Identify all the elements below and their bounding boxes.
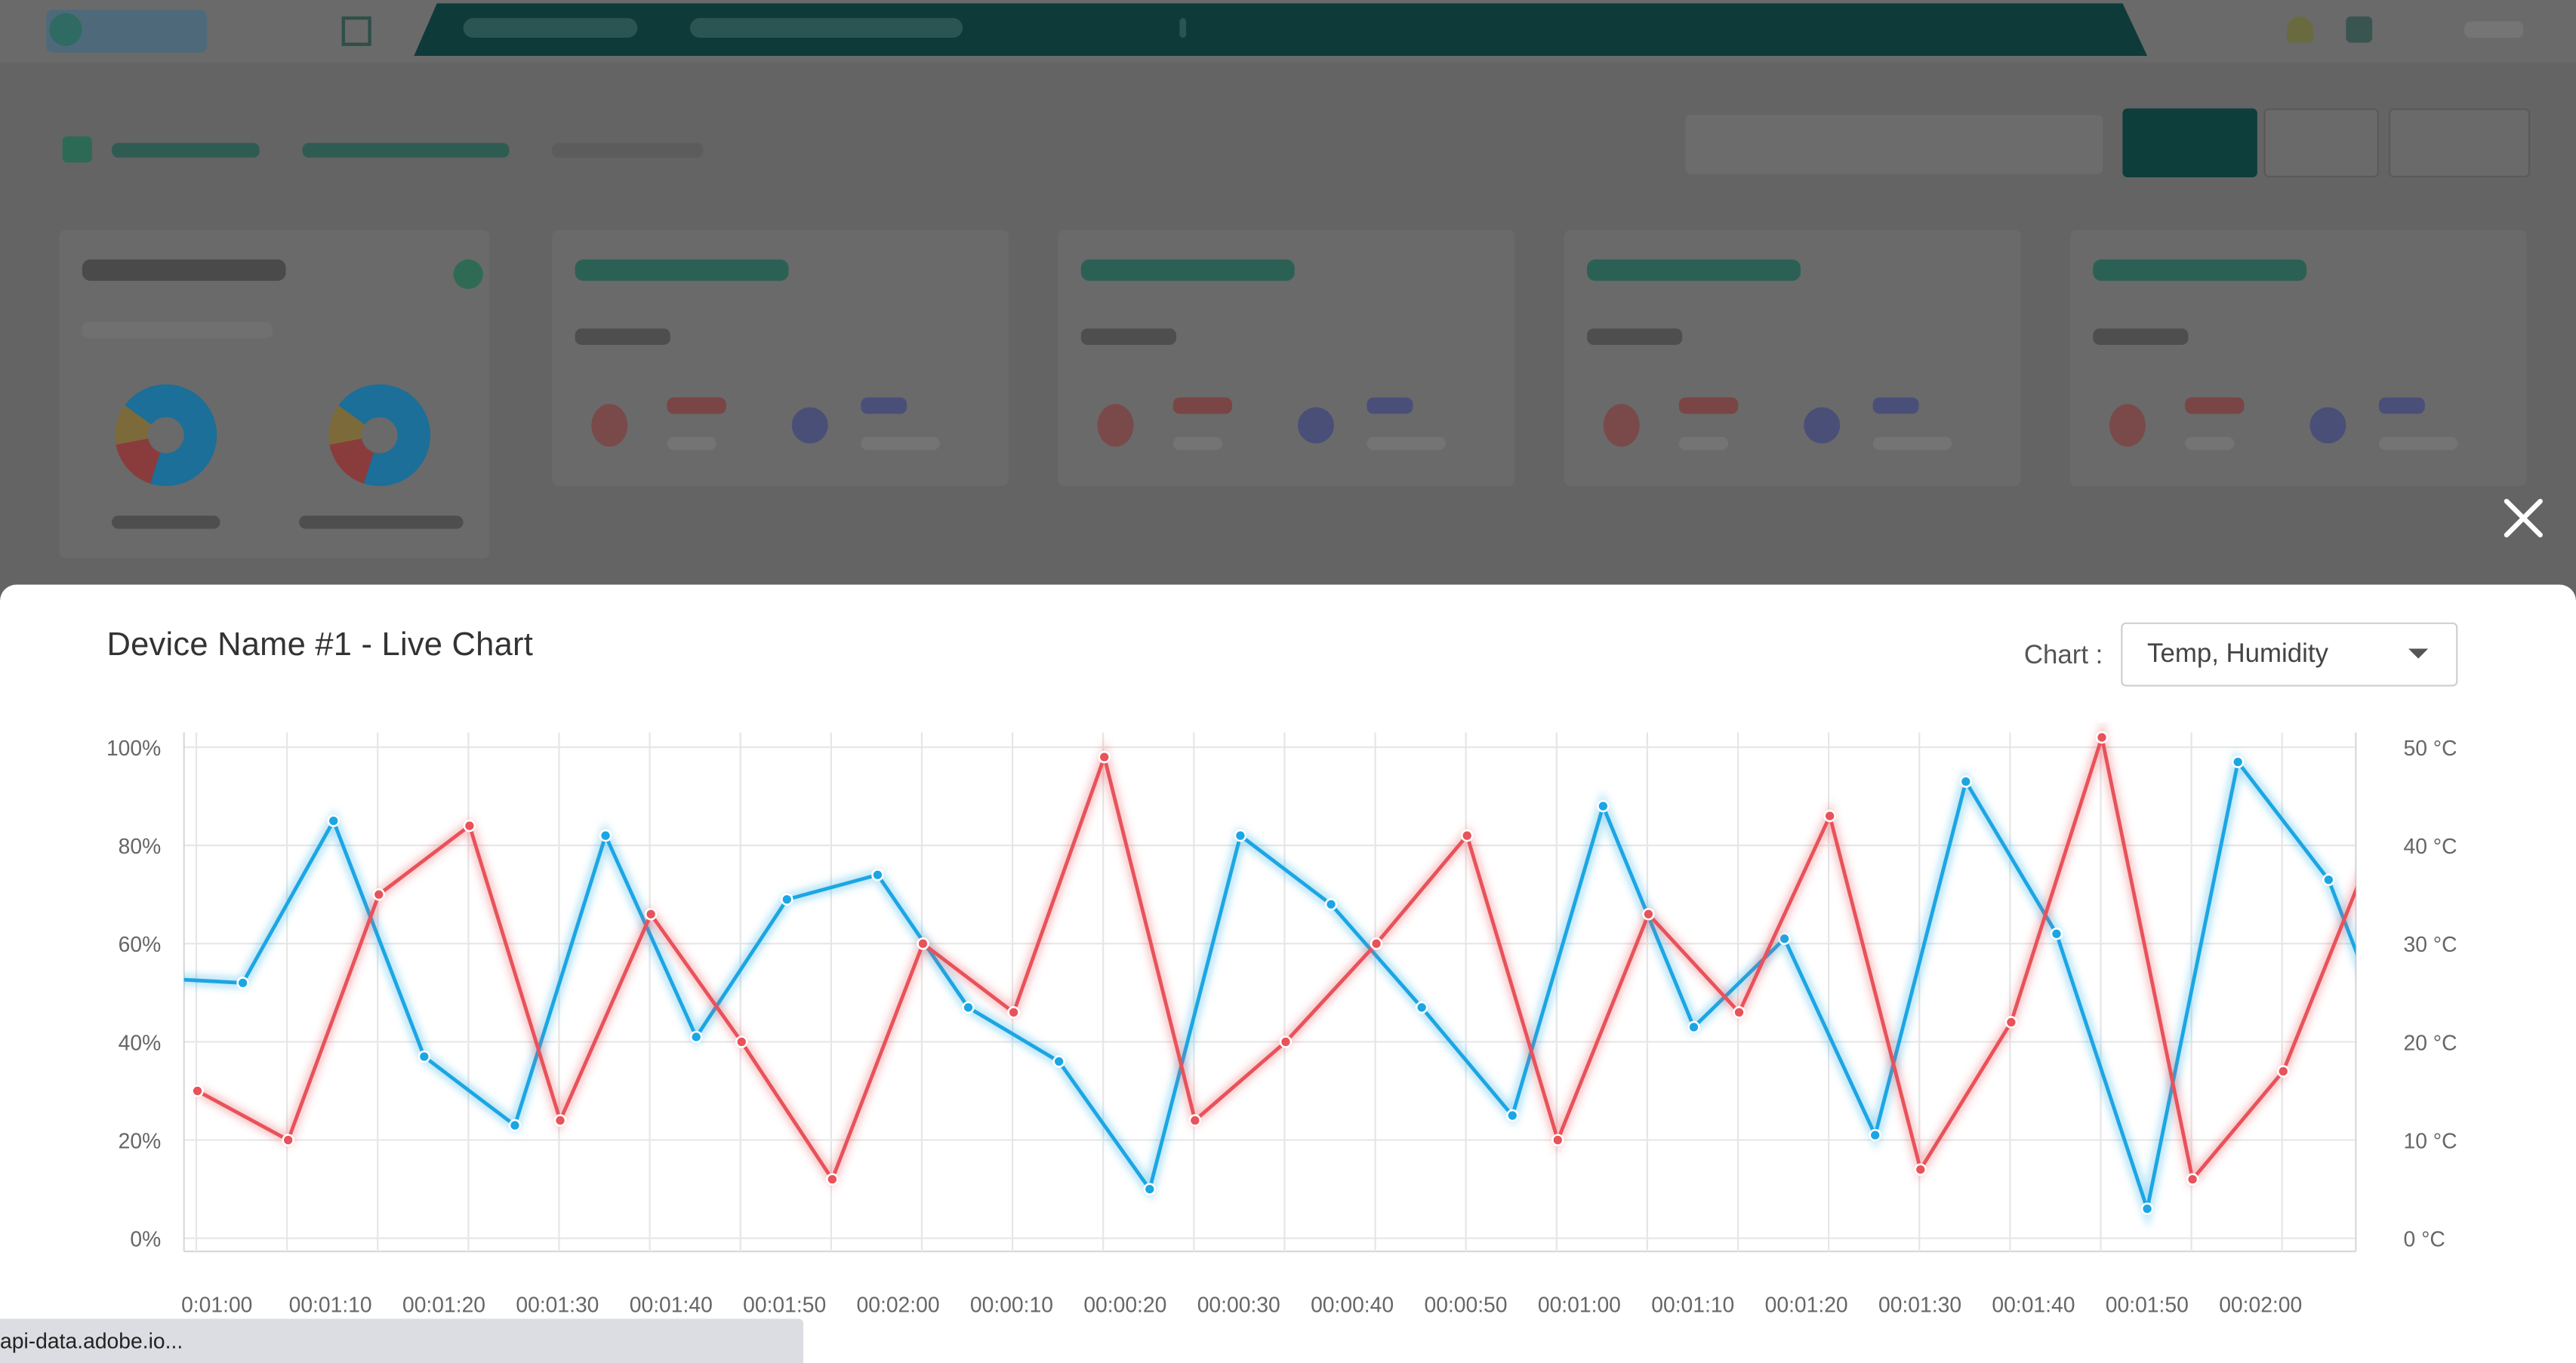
series-point[interactable] — [1687, 1020, 1700, 1034]
series-point[interactable] — [1143, 1183, 1157, 1195]
x-tick-label: 00:01:10 — [289, 1293, 372, 1317]
series-point[interactable] — [917, 937, 929, 950]
series-line-glow — [183, 750, 2356, 1229]
stage: Device Name #1 - Live Chart Chart : Temp… — [0, 0, 2576, 1363]
chart-axes: 100% 50 °C 80% 40 °C 60% 30 °C 40% 20 °C 20% 10 °… — [106, 736, 2457, 1317]
y-right-tick-label: 50 °C — [2404, 736, 2457, 760]
chart-series — [147, 722, 2424, 1229]
series-point[interactable] — [508, 1118, 522, 1132]
series-point[interactable] — [1234, 829, 1247, 842]
series-point[interactable] — [1460, 829, 1474, 842]
series-point[interactable] — [1597, 799, 1610, 813]
series-point[interactable] — [1869, 1128, 1881, 1142]
y-right-tick-label: 10 °C — [2404, 1128, 2457, 1152]
series-point[interactable] — [1959, 775, 1973, 788]
x-tick-label: 00:02:00 — [857, 1293, 940, 1317]
x-tick-label: 00:01:30 — [1878, 1293, 1961, 1317]
series-point[interactable] — [1914, 1163, 1927, 1176]
browser-status-bar: api-data.adobe.io... — [0, 1318, 804, 1363]
x-tick-label: 00:00:20 — [1083, 1293, 1166, 1317]
x-tick-label: 00:01:00 — [1538, 1293, 1621, 1317]
series-point[interactable] — [418, 1050, 431, 1063]
series-point[interactable] — [1052, 1055, 1065, 1068]
y-left-tick-label: 100% — [106, 736, 161, 760]
series-point[interactable] — [463, 819, 476, 832]
x-tick-label: 00:00:30 — [1197, 1293, 1280, 1317]
series-point[interactable] — [1098, 750, 1111, 764]
series-point[interactable] — [1324, 898, 1338, 911]
series-point[interactable] — [1551, 1134, 1564, 1146]
series-line-glow — [195, 722, 2356, 1191]
series-point[interactable] — [1642, 908, 1655, 921]
series-point[interactable] — [735, 1035, 748, 1048]
series-point[interactable] — [1415, 1001, 1428, 1014]
chart-grid — [183, 732, 2357, 1253]
series-point[interactable] — [1370, 937, 1383, 950]
series-point[interactable] — [2004, 1016, 2018, 1029]
y-left-tick-label: 60% — [119, 932, 162, 956]
series-point[interactable] — [147, 973, 158, 983]
series-point[interactable] — [689, 1030, 703, 1044]
series-point[interactable] — [2186, 1173, 2199, 1186]
x-tick-label: 00:02:00 — [2219, 1293, 2302, 1317]
series-point[interactable] — [1007, 1006, 1020, 1019]
series-point[interactable] — [282, 1134, 294, 1146]
status-url: api-data.adobe.io... — [0, 1328, 183, 1354]
series-point[interactable] — [1188, 1114, 1202, 1127]
x-tick-label: 00:01:30 — [516, 1293, 599, 1317]
y-left-tick-label: 40% — [119, 1030, 162, 1054]
y-right-tick-label: 0 °C — [2404, 1227, 2445, 1251]
series-point[interactable] — [1733, 1006, 1746, 1019]
x-tick-label: 00:01:20 — [402, 1293, 485, 1317]
series-point[interactable] — [2095, 731, 2109, 744]
series-point[interactable] — [1778, 932, 1791, 946]
series-point[interactable] — [2322, 873, 2335, 887]
series-point[interactable] — [781, 893, 793, 906]
series-point[interactable] — [644, 908, 658, 921]
x-tick-label: 00:01:10 — [1651, 1293, 1734, 1317]
x-tick-label: 00:01:40 — [1992, 1293, 2075, 1317]
series-line — [183, 758, 2356, 1217]
series-point[interactable] — [191, 1085, 204, 1097]
x-tick-label: 00:00:10 — [970, 1293, 1053, 1317]
series-line — [196, 730, 2356, 1183]
series-point[interactable] — [1505, 1109, 1519, 1122]
x-tick-label: 0:01:00 — [181, 1293, 252, 1317]
series-point[interactable] — [826, 1173, 839, 1186]
series-point[interactable] — [2368, 840, 2379, 851]
x-tick-label: 00:00:50 — [1424, 1293, 1507, 1317]
series-point[interactable] — [2414, 1110, 2424, 1121]
series-point[interactable] — [1823, 809, 1836, 823]
series-point[interactable] — [553, 1114, 567, 1127]
series-point[interactable] — [327, 814, 340, 827]
x-tick-label: 00:01:50 — [743, 1293, 826, 1317]
series-point[interactable] — [599, 829, 612, 842]
series-point[interactable] — [2050, 928, 2063, 940]
y-left-tick-label: 80% — [119, 834, 162, 858]
series-point[interactable] — [236, 977, 249, 989]
series-point[interactable] — [871, 868, 884, 881]
series-point[interactable] — [2276, 1065, 2290, 1078]
y-right-tick-label: 30 °C — [2404, 932, 2457, 956]
y-left-tick-label: 20% — [119, 1128, 162, 1152]
series-point[interactable] — [372, 888, 386, 901]
x-tick-label: 00:01:40 — [630, 1293, 713, 1317]
series-point[interactable] — [2231, 755, 2245, 768]
x-tick-label: 00:01:20 — [1765, 1293, 1848, 1317]
y-left-tick-label: 0% — [130, 1227, 161, 1251]
x-tick-label: 00:01:50 — [2106, 1293, 2189, 1317]
series-point[interactable] — [1279, 1035, 1293, 1048]
series-point[interactable] — [2140, 1202, 2154, 1215]
y-right-tick-label: 20 °C — [2404, 1030, 2457, 1054]
live-chart: 100% 50 °C 80% 40 °C 60% 30 °C 40% 20 °C 20% 10 °… — [106, 722, 2457, 1317]
y-right-tick-label: 40 °C — [2404, 834, 2457, 858]
series-point[interactable] — [962, 1001, 975, 1014]
x-tick-label: 00:00:40 — [1311, 1293, 1394, 1317]
